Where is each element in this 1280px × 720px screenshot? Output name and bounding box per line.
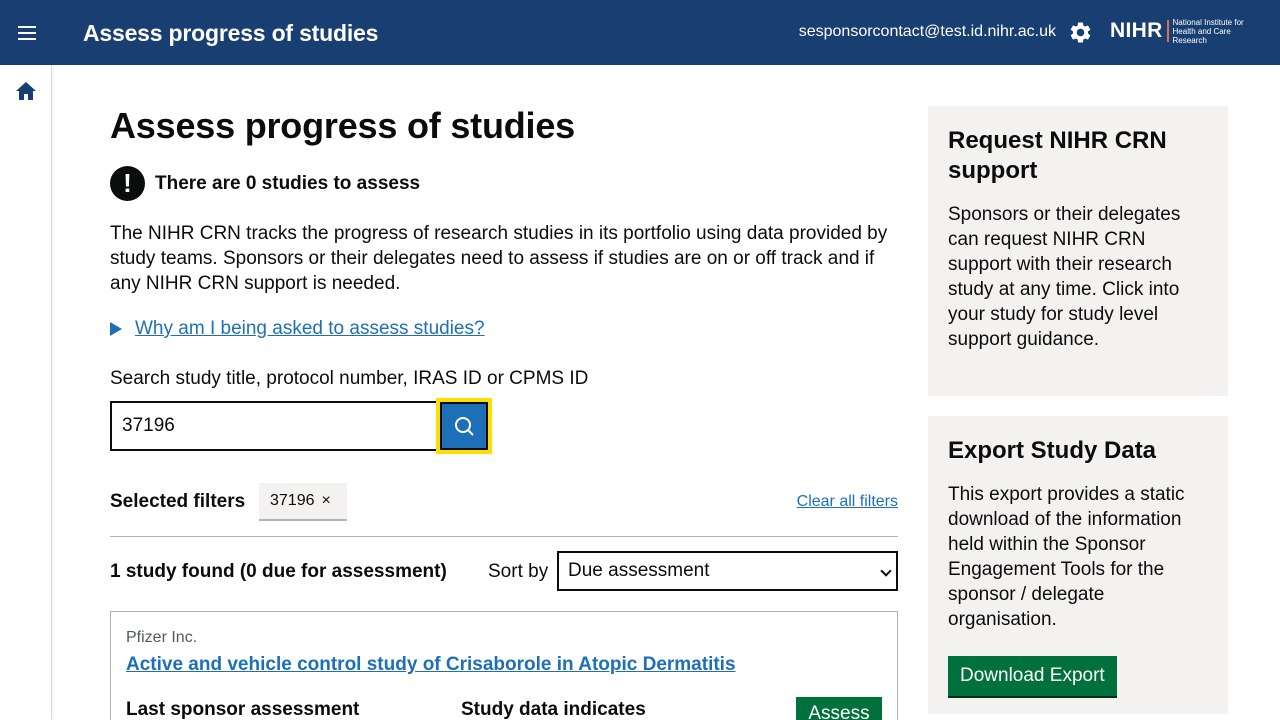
logo-main-text: NIHR [1110, 19, 1163, 42]
sort-select[interactable]: Due assessment [557, 551, 898, 591]
support-panel: Request NIHR CRN support Sponsors or the… [928, 106, 1228, 396]
assess-button[interactable]: Assess [796, 697, 882, 720]
filter-tag-label: 37196 [270, 492, 315, 509]
last-assessment-heading: Last sponsor assessment [126, 699, 360, 720]
sort-label: Sort by [488, 561, 549, 582]
data-indicates-heading: Study data indicates [461, 699, 646, 720]
clear-all-filters-link[interactable]: Clear all filters [797, 492, 898, 512]
study-sponsor: Pfizer Inc. [126, 629, 198, 646]
side-nav [0, 65, 52, 720]
details-summary-link[interactable]: Why am I being asked to assess studies? [135, 316, 485, 341]
settings-gear-icon[interactable] [1068, 20, 1093, 45]
logo-sub-text: National Institute for Health and Care R… [1173, 18, 1263, 45]
home-icon[interactable] [15, 81, 37, 101]
logo-divider [1166, 20, 1169, 42]
user-email: sesponsorcontact@test.id.nihr.ac.uk [798, 23, 1056, 40]
warning-text: There are 0 studies to assess [155, 173, 421, 194]
search-label: Search study title, protocol number, IRA… [110, 368, 589, 389]
chevron-down-icon [880, 565, 892, 577]
logo-sub-line1: National Institute for [1172, 17, 1244, 27]
sort-selected-value: Due assessment [568, 560, 710, 581]
export-body: This export provides a static download o… [948, 484, 1185, 630]
search-button-inner [442, 404, 486, 448]
selected-filters-label: Selected filters [110, 491, 246, 512]
menu-icon[interactable] [14, 20, 40, 46]
search-button[interactable] [436, 398, 492, 454]
export-heading: Export Study Data [948, 437, 1157, 464]
close-icon[interactable]: × [322, 483, 331, 519]
search-icon [455, 417, 474, 436]
page-title: Assess progress of studies [110, 105, 575, 146]
support-body: Sponsors or their delegates can request … [948, 204, 1181, 350]
intro-paragraph: The NIHR CRN tracks the progress of rese… [110, 223, 888, 294]
study-card: Pfizer Inc. Active and vehicle control s… [110, 611, 898, 720]
nihr-logo[interactable]: NIHR National Institute for Health and C… [1110, 18, 1263, 45]
export-panel: Export Study Data This export provides a… [928, 416, 1228, 714]
app-title[interactable]: Assess progress of studies [83, 18, 378, 48]
search-input[interactable] [110, 401, 438, 451]
top-header: Assess progress of studies sesponsorcont… [0, 0, 1280, 65]
details-summary[interactable]: Why am I being asked to assess studies? [110, 316, 485, 341]
study-title-link[interactable]: Active and vehicle control study of Cris… [126, 653, 736, 677]
divider [110, 536, 898, 537]
support-heading: Request NIHR CRN support [948, 127, 1167, 184]
logo-sub-line2: Health and Care Research [1172, 26, 1231, 45]
filter-tag[interactable]: 37196 × [259, 483, 347, 521]
warning-icon: ! [110, 166, 145, 201]
results-count: 1 study found (0 due for assessment) [110, 561, 447, 582]
details-triangle-icon [110, 321, 122, 336]
download-export-button[interactable]: Download Export [948, 656, 1117, 696]
